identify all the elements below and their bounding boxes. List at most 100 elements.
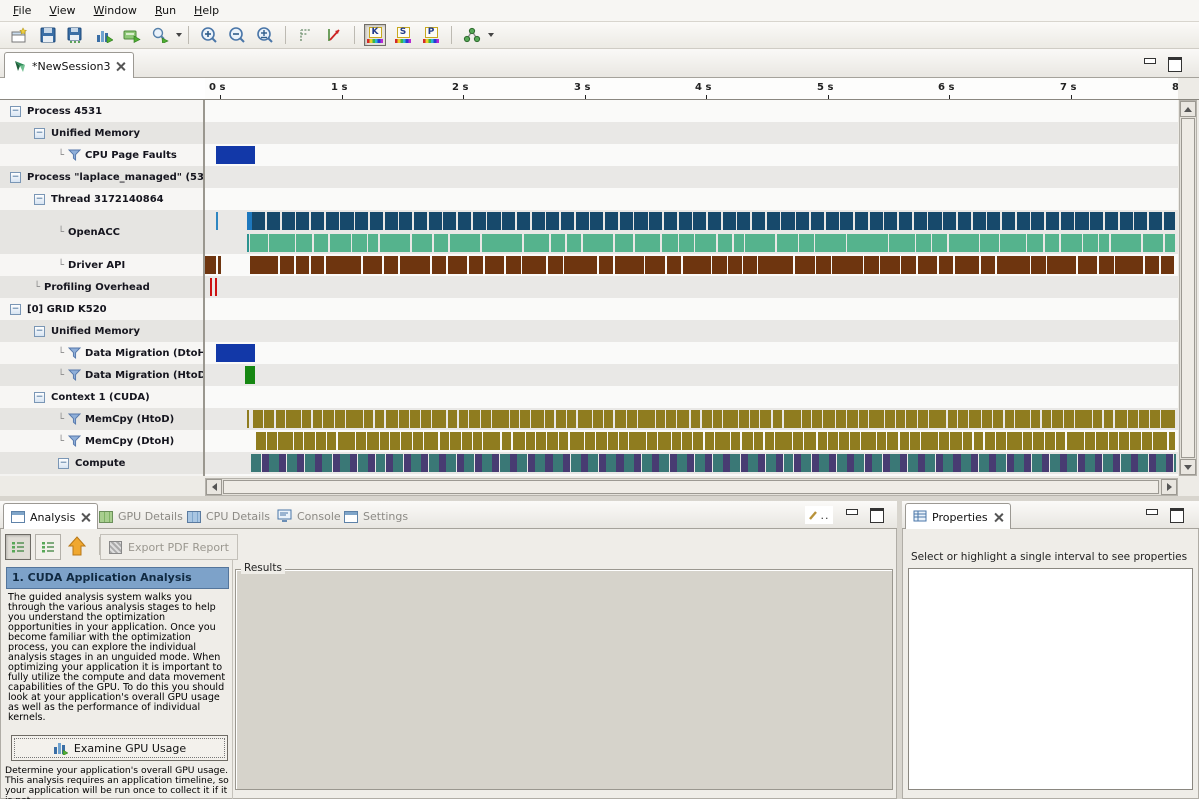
menu-run[interactable]: Run: [146, 1, 185, 20]
timeline-interval[interactable]: [973, 212, 986, 230]
timeline-interval[interactable]: [667, 256, 681, 274]
timeline-row-track[interactable]: [205, 144, 1178, 166]
timeline-row-track[interactable]: [205, 298, 1178, 320]
timeline-interval[interactable]: [624, 454, 634, 472]
tree-collapse-toggle[interactable]: −: [10, 304, 21, 315]
timeline-interval[interactable]: [399, 410, 409, 428]
timeline-interval[interactable]: [531, 410, 544, 428]
timeline-interval[interactable]: [492, 454, 499, 472]
timeline-row-label[interactable]: −Process "laplace_managed" (538): [0, 166, 203, 188]
timeline-interval[interactable]: [413, 432, 423, 450]
timeline-interval[interactable]: [766, 454, 776, 472]
timeline-interval[interactable]: [522, 256, 546, 274]
timeline-interval[interactable]: [443, 212, 456, 230]
timeline-interval[interactable]: [459, 410, 468, 428]
timeline-row-track[interactable]: [205, 210, 1178, 254]
timeline-interval[interactable]: [718, 234, 732, 252]
tree-collapse-toggle[interactable]: −: [34, 392, 45, 403]
run-application-icon[interactable]: [120, 23, 144, 47]
timeline-interval[interactable]: [784, 454, 793, 472]
vertical-scrollbar[interactable]: [1179, 100, 1197, 476]
timeline-interval[interactable]: [346, 410, 363, 428]
minimize-icon[interactable]: [1143, 57, 1156, 68]
timeline-interval[interactable]: [245, 366, 255, 384]
timeline-interval[interactable]: [918, 410, 928, 428]
timeline-interval[interactable]: [682, 432, 692, 450]
timeline-interval[interactable]: [1153, 432, 1167, 450]
timeline-row-label[interactable]: └Profiling Overhead: [0, 276, 203, 298]
close-icon[interactable]: [994, 513, 1003, 522]
timeline-interval[interactable]: [1046, 212, 1059, 230]
timeline-interval[interactable]: [216, 146, 255, 164]
timeline-interval[interactable]: [784, 410, 801, 428]
timeline-interval[interactable]: [553, 454, 563, 472]
timeline-interval[interactable]: [939, 256, 953, 274]
timeline-interval[interactable]: [773, 410, 782, 428]
tree-collapse-toggle[interactable]: −: [34, 326, 45, 337]
timeline-interval[interactable]: [561, 212, 574, 230]
timeline-interval[interactable]: [760, 410, 771, 428]
timeline-interval[interactable]: [865, 454, 872, 472]
timeline-interval[interactable]: [588, 454, 598, 472]
timeline-interval[interactable]: [608, 432, 618, 450]
timeline-interval[interactable]: [815, 234, 846, 252]
timeline-interval[interactable]: [250, 234, 268, 252]
timeline-interval[interactable]: [693, 432, 703, 450]
timeline-interval[interactable]: [829, 454, 836, 472]
timeline-interval[interactable]: [500, 454, 510, 472]
timeline-interval[interactable]: [949, 234, 979, 252]
timeline-interval[interactable]: [215, 278, 217, 296]
timeline-interval[interactable]: [1113, 454, 1120, 472]
view-menu-icon[interactable]: ..: [805, 506, 833, 524]
timeline-interval[interactable]: [634, 454, 641, 472]
timeline-interval[interactable]: [896, 410, 905, 428]
timeline-interval[interactable]: [424, 432, 438, 450]
timeline-interval[interactable]: [993, 410, 1003, 428]
timeline-interval[interactable]: [322, 454, 332, 472]
timeline-interval[interactable]: [492, 410, 509, 428]
timeline-interval[interactable]: [677, 410, 689, 428]
timeline-row-track[interactable]: [205, 320, 1178, 342]
menu-window[interactable]: Window: [85, 1, 146, 20]
timeline-interval[interactable]: [855, 212, 868, 230]
timeline-interval[interactable]: [280, 256, 294, 274]
timeline-interval[interactable]: [473, 212, 486, 230]
timeline-interval[interactable]: [658, 432, 671, 450]
timeline-row-label[interactable]: └Data Migration (DtoH): [0, 342, 203, 364]
timeline-interval[interactable]: [679, 234, 694, 252]
timeline-interval[interactable]: [812, 454, 819, 472]
timeline-interval[interactable]: [581, 454, 588, 472]
timeline-interval[interactable]: [526, 432, 535, 450]
timeline-interval[interactable]: [316, 432, 326, 450]
reset-marker-icon[interactable]: [322, 23, 346, 47]
timeline-interval[interactable]: [315, 454, 322, 472]
timeline-interval[interactable]: [1165, 234, 1175, 252]
timeline-interval[interactable]: [256, 432, 266, 450]
timeline-interval[interactable]: [1007, 432, 1022, 450]
timeline-interval[interactable]: [457, 454, 464, 472]
timeline-interval[interactable]: [702, 410, 712, 428]
timeline-interval[interactable]: [330, 234, 351, 252]
timeline-interval[interactable]: [659, 454, 669, 472]
session-tab[interactable]: *NewSession3: [4, 52, 134, 79]
timeline-interval[interactable]: [517, 454, 527, 472]
timeline-interval[interactable]: [823, 410, 835, 428]
timeline-interval[interactable]: [812, 410, 822, 428]
timeline-interval[interactable]: [596, 432, 607, 450]
timeline-interval[interactable]: [520, 410, 530, 428]
timeline-interval[interactable]: [1067, 454, 1077, 472]
timeline-interval[interactable]: [1023, 432, 1032, 450]
timeline-interval[interactable]: [996, 454, 1006, 472]
timeline-interval[interactable]: [723, 212, 736, 230]
timeline-interval[interactable]: [695, 234, 716, 252]
generate-timeline-icon[interactable]: [92, 23, 116, 47]
tab-settings[interactable]: Settings: [337, 503, 415, 530]
menu-help[interactable]: Help: [185, 1, 228, 20]
horizontal-scrollbar[interactable]: [205, 478, 1178, 496]
timeline-interval[interactable]: [839, 432, 849, 450]
zoom-to-source-dropdown[interactable]: [176, 33, 182, 37]
timeline-interval[interactable]: [705, 432, 714, 450]
tree-collapse-toggle[interactable]: −: [10, 106, 21, 117]
timeline-interval[interactable]: [683, 256, 711, 274]
timeline-interval[interactable]: [936, 454, 943, 472]
